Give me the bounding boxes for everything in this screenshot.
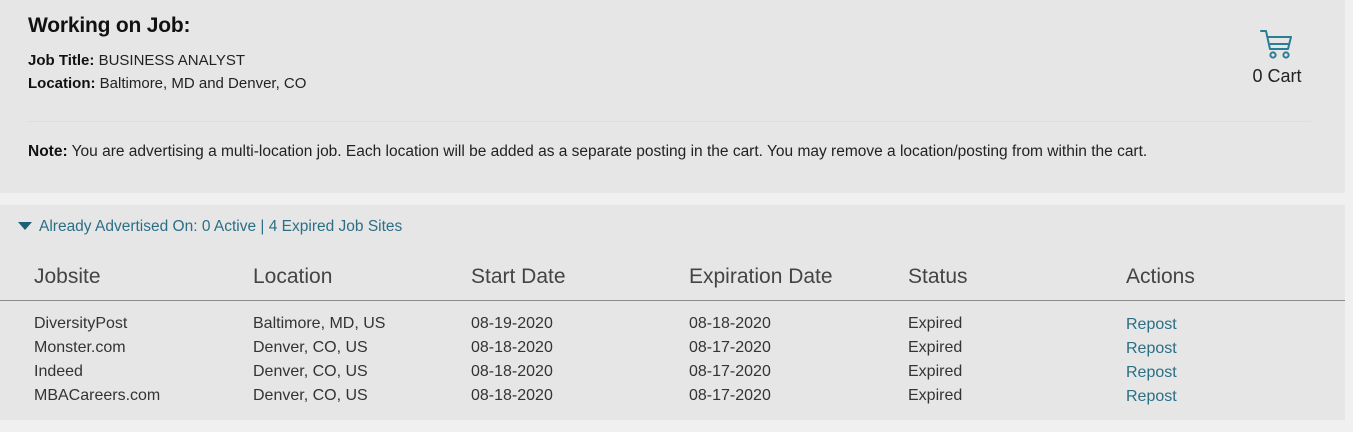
cell-location: Denver, CO, US (253, 339, 368, 356)
column-header-status: Status (908, 265, 968, 288)
cell-jobsite: MBACareers.com (34, 387, 161, 404)
job-location-value: Baltimore, MD and Denver, CO (99, 75, 307, 92)
note-label: Note: (28, 143, 68, 160)
cell-jobsite: DiversityPost (34, 315, 128, 332)
table-row: Indeed Denver, CO, US 08-18-2020 08-17-2… (0, 363, 1345, 387)
cell-expiration-date: 08-17-2020 (689, 363, 771, 380)
page-title: Working on Job: (28, 14, 191, 37)
repost-link[interactable]: Repost (1126, 388, 1177, 406)
cell-location: Denver, CO, US (253, 387, 368, 404)
cell-start-date: 08-18-2020 (471, 339, 553, 356)
column-header-jobsite: Jobsite (34, 265, 101, 288)
cell-expiration-date: 08-18-2020 (689, 315, 771, 332)
already-advertised-toggle[interactable]: Already Advertised On: 0 Active | 4 Expi… (18, 218, 402, 236)
cell-status: Expired (908, 339, 963, 356)
already-advertised-label[interactable]: Already Advertised On: 0 Active | 4 Expi… (39, 218, 402, 236)
column-header-actions: Actions (1126, 265, 1195, 288)
job-title-line: Job Title: BUSINESS ANALYST (28, 52, 245, 69)
cell-jobsite: Monster.com (34, 339, 126, 356)
cell-jobsite: Indeed (34, 363, 83, 380)
job-summary-panel: Working on Job: Job Title: BUSINESS ANAL… (0, 0, 1345, 193)
cell-start-date: 08-19-2020 (471, 315, 553, 332)
repost-link[interactable]: Repost (1126, 340, 1177, 358)
table-row: DiversityPost Baltimore, MD, US 08-19-20… (0, 315, 1345, 339)
column-header-expiration-date: Expiration Date (689, 265, 833, 288)
job-location-label: Location: (28, 75, 96, 92)
repost-link[interactable]: Repost (1126, 316, 1177, 334)
cell-location: Baltimore, MD, US (253, 315, 386, 332)
table-row: Monster.com Denver, CO, US 08-18-2020 08… (0, 339, 1345, 363)
table-row: MBACareers.com Denver, CO, US 08-18-2020… (0, 387, 1345, 411)
advertised-panel: Already Advertised On: 0 Active | 4 Expi… (0, 205, 1345, 420)
table-header: Jobsite Location Start Date Expiration D… (0, 262, 1345, 301)
cell-start-date: 08-18-2020 (471, 363, 553, 380)
caret-down-icon[interactable] (18, 222, 32, 230)
job-title-value: BUSINESS ANALYST (98, 52, 246, 69)
multi-location-note: Note: You are advertising a multi-locati… (28, 143, 1147, 161)
job-location-line: Location: Baltimore, MD and Denver, CO (28, 75, 306, 92)
cart-icon[interactable] (1240, 28, 1314, 60)
cell-expiration-date: 08-17-2020 (689, 339, 771, 356)
column-header-start-date: Start Date (471, 265, 566, 288)
cart-label[interactable]: 0 Cart (1240, 66, 1314, 87)
cell-location: Denver, CO, US (253, 363, 368, 380)
cell-status: Expired (908, 363, 963, 380)
cell-start-date: 08-18-2020 (471, 387, 553, 404)
cart-button[interactable]: 0 Cart (1240, 28, 1314, 87)
divider (28, 121, 1311, 122)
column-header-location: Location (253, 265, 333, 288)
cell-status: Expired (908, 315, 963, 332)
cell-expiration-date: 08-17-2020 (689, 387, 771, 404)
note-text: You are advertising a multi-location job… (71, 143, 1148, 160)
job-title-label: Job Title: (28, 52, 95, 69)
repost-link[interactable]: Repost (1126, 364, 1177, 382)
cell-status: Expired (908, 387, 963, 404)
